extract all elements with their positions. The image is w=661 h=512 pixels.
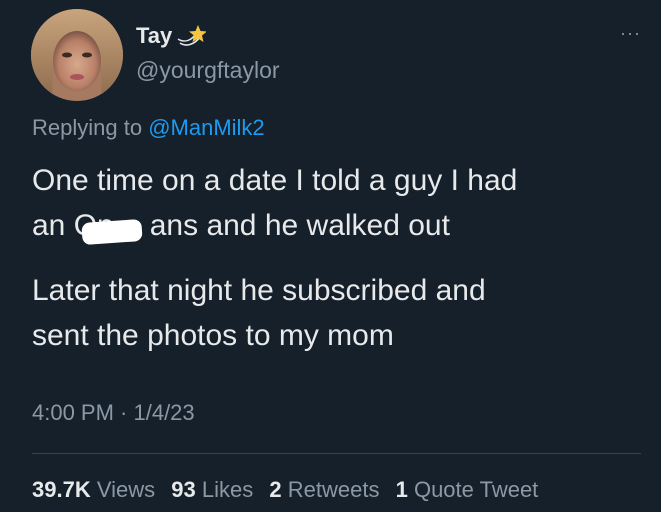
more-icon[interactable]: ··· — [620, 24, 641, 42]
quotes-label: Quote Tweet — [413, 477, 539, 502]
views-label: Views — [96, 477, 156, 502]
censored-word: an On — [32, 209, 143, 246]
tweet-line: an On ans and he walked out — [32, 203, 517, 248]
tweet-stats: 39.7K Views 93 Likes 2 Retweets 1 Quote … — [32, 477, 548, 503]
tweet-line: sent the photos to my mom — [32, 319, 394, 352]
quotes-count: 1 — [395, 477, 408, 502]
tweet-line: One time on a date I told a guy I had — [32, 164, 518, 197]
censor-mark — [81, 218, 143, 246]
divider — [32, 453, 641, 454]
views-count: 39.7K — [32, 477, 91, 502]
author-name[interactable]: Tay — [136, 23, 172, 49]
tweet-paragraph-1: One time on a date I told a guy I had an… — [32, 158, 517, 248]
retweets-count: 2 — [269, 477, 282, 502]
avatar[interactable] — [31, 9, 123, 101]
retweets-label: Retweets — [287, 477, 380, 502]
author-handle[interactable]: @yourgftaylor — [136, 57, 280, 84]
retweets-stat[interactable]: 2 Retweets — [269, 477, 379, 502]
author-name-row[interactable]: Tay — [136, 23, 208, 49]
replying-to: Replying to @ManMilk2 — [32, 115, 265, 141]
timestamp[interactable]: 4:00 PM · 1/4/23 — [32, 400, 195, 426]
tweet-card: Tay @yourgftaylor ··· Replying to @ManMi… — [0, 0, 661, 512]
likes-count: 93 — [171, 477, 196, 502]
tweet-line: Later that night he subscribed and — [32, 274, 486, 307]
replying-prefix: Replying to — [32, 115, 143, 140]
shooting-star-icon — [176, 23, 208, 49]
likes-stat[interactable]: 93 Likes — [171, 477, 253, 502]
reply-mention-link[interactable]: @ManMilk2 — [148, 115, 264, 140]
quotes-stat[interactable]: 1 Quote Tweet — [396, 477, 539, 502]
views-stat[interactable]: 39.7K Views — [32, 477, 155, 502]
tweet-text-fragment: ans and he walked out — [149, 209, 450, 242]
tweet-paragraph-2: Later that night he subscribed and sent … — [32, 268, 486, 358]
likes-label: Likes — [201, 477, 254, 502]
